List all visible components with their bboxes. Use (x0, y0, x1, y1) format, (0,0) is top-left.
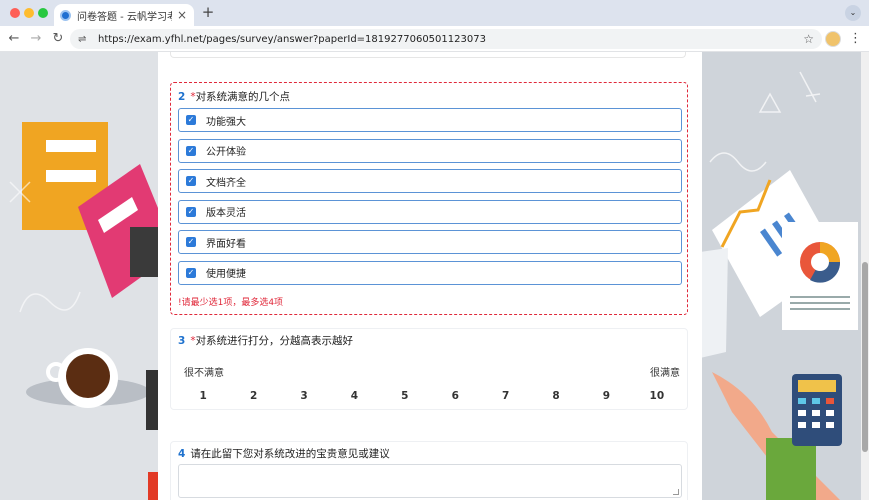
option-label: 版本灵活 (206, 208, 246, 219)
tab-title: 问卷答题 - 云帆学习考试系统 (77, 11, 172, 23)
site-favicon-icon (60, 9, 71, 21)
page-viewport: 2 *对系统满意的几个点 ✓ 功能强大 ✓ 公开体验 ✓ 文档齐全 ✓ 版本灵活 … (0, 52, 869, 500)
rating-option[interactable]: 7 (480, 390, 530, 402)
rating-option[interactable]: 8 (531, 390, 581, 402)
scale-max-label: 很满意 (650, 368, 680, 379)
minimize-window-button[interactable] (24, 8, 34, 18)
checkbox-checked-icon[interactable]: ✓ (186, 267, 196, 278)
option-label: 公开体验 (206, 147, 246, 158)
question-number: 2 (178, 91, 186, 103)
page-scrollbar[interactable] (861, 52, 869, 500)
previous-question-card (170, 52, 686, 58)
checkbox-checked-icon[interactable]: ✓ (186, 176, 196, 186)
pie-chart-document-icon (782, 222, 858, 330)
option-label: 使用便捷 (206, 269, 246, 280)
question-number: 4 (178, 448, 186, 460)
option-label: 功能强大 (206, 116, 246, 128)
checkbox-checked-icon[interactable]: ✓ (186, 206, 196, 217)
scrollbar-thumb[interactable] (862, 262, 868, 452)
rating-option[interactable]: 3 (279, 390, 329, 402)
rating-option[interactable]: 10 (632, 390, 682, 402)
question-text: 对系统进行打分，分越高表示越好 (195, 335, 354, 347)
option-checkbox[interactable]: ✓ 功能强大 (178, 108, 682, 132)
tab-search-button[interactable]: ⌄ (845, 5, 861, 21)
option-checkbox[interactable]: ✓ 公开体验 (178, 138, 682, 163)
browser-toolbar: ← → ↻ ⇌ https://exam.yfhl.net/pages/surv… (0, 26, 869, 52)
suggestion-textarea[interactable] (178, 464, 682, 498)
bookmark-star-icon[interactable]: ☆ (803, 32, 814, 46)
option-label: 文档齐全 (206, 177, 246, 189)
rating-option[interactable]: 9 (581, 390, 631, 402)
profile-avatar[interactable] (825, 31, 841, 47)
rating-scale: 1 2 3 4 5 6 7 8 9 10 (178, 382, 682, 409)
question-title: 3 *对系统进行打分，分越高表示越好 (178, 333, 353, 348)
site-info-icon[interactable]: ⇌ (78, 34, 90, 45)
scale-min-label: 很不满意 (184, 368, 224, 379)
laptop-icon (700, 248, 728, 358)
question-number: 3 (178, 335, 186, 347)
back-button[interactable]: ← (6, 31, 22, 47)
option-checkbox[interactable]: ✓ 文档齐全 (178, 169, 682, 193)
rating-option[interactable]: 5 (380, 390, 430, 402)
question-card-4: 4 请在此留下您对系统改进的宝贵意见或建议 (170, 441, 688, 500)
rating-option[interactable]: 1 (178, 390, 228, 402)
calculator-icon (792, 374, 842, 446)
question-text: 请在此留下您对系统改进的宝贵意见或建议 (190, 448, 390, 460)
survey-paper: 2 *对系统满意的几个点 ✓ 功能强大 ✓ 公开体验 ✓ 文档齐全 ✓ 版本灵活 … (158, 52, 702, 500)
option-checkbox[interactable]: ✓ 使用便捷 (178, 260, 682, 285)
question-text: 对系统满意的几个点 (195, 91, 291, 103)
validation-error: !请最少选1项，最多选4项 (178, 298, 284, 308)
checkbox-checked-icon[interactable]: ✓ (186, 115, 196, 125)
checkbox-checked-icon[interactable]: ✓ (186, 237, 196, 247)
maximize-window-button[interactable] (38, 8, 48, 18)
question-card-3: 3 *对系统进行打分，分越高表示越好 很不满意 很满意 1 2 3 4 5 6 7… (170, 328, 688, 410)
url-text[interactable]: https://exam.yfhl.net/pages/survey/answe… (98, 34, 486, 45)
rating-option[interactable]: 4 (329, 390, 379, 402)
reload-button[interactable]: ↻ (50, 31, 66, 47)
question-title: 4 请在此留下您对系统改进的宝贵意见或建议 (178, 446, 390, 461)
rating-option[interactable]: 2 (228, 390, 278, 402)
question-title: 2 *对系统满意的几个点 (178, 89, 290, 104)
option-label: 界面好看 (206, 238, 246, 250)
close-tab-icon[interactable]: × (176, 8, 188, 22)
option-checkbox[interactable]: ✓ 版本灵活 (178, 199, 682, 224)
new-tab-button[interactable]: + (200, 4, 216, 20)
resize-handle-icon[interactable] (673, 489, 679, 495)
browser-menu-button[interactable]: ⋮ (849, 31, 862, 47)
rating-option[interactable]: 6 (430, 390, 480, 402)
close-window-button[interactable] (10, 8, 20, 18)
browser-tab[interactable]: 问卷答题 - 云帆学习考试系统 × (54, 4, 194, 26)
address-bar[interactable]: ⇌ https://exam.yfhl.net/pages/survey/ans… (70, 29, 822, 49)
checkbox-checked-icon[interactable]: ✓ (186, 145, 196, 156)
browser-tab-bar: 问卷答题 - 云帆学习考试系统 × + ⌄ (0, 0, 869, 26)
forward-button[interactable]: → (28, 31, 44, 47)
question-card-2: 2 *对系统满意的几个点 ✓ 功能强大 ✓ 公开体验 ✓ 文档齐全 ✓ 版本灵活 … (170, 82, 688, 315)
option-checkbox[interactable]: ✓ 界面好看 (178, 230, 682, 254)
